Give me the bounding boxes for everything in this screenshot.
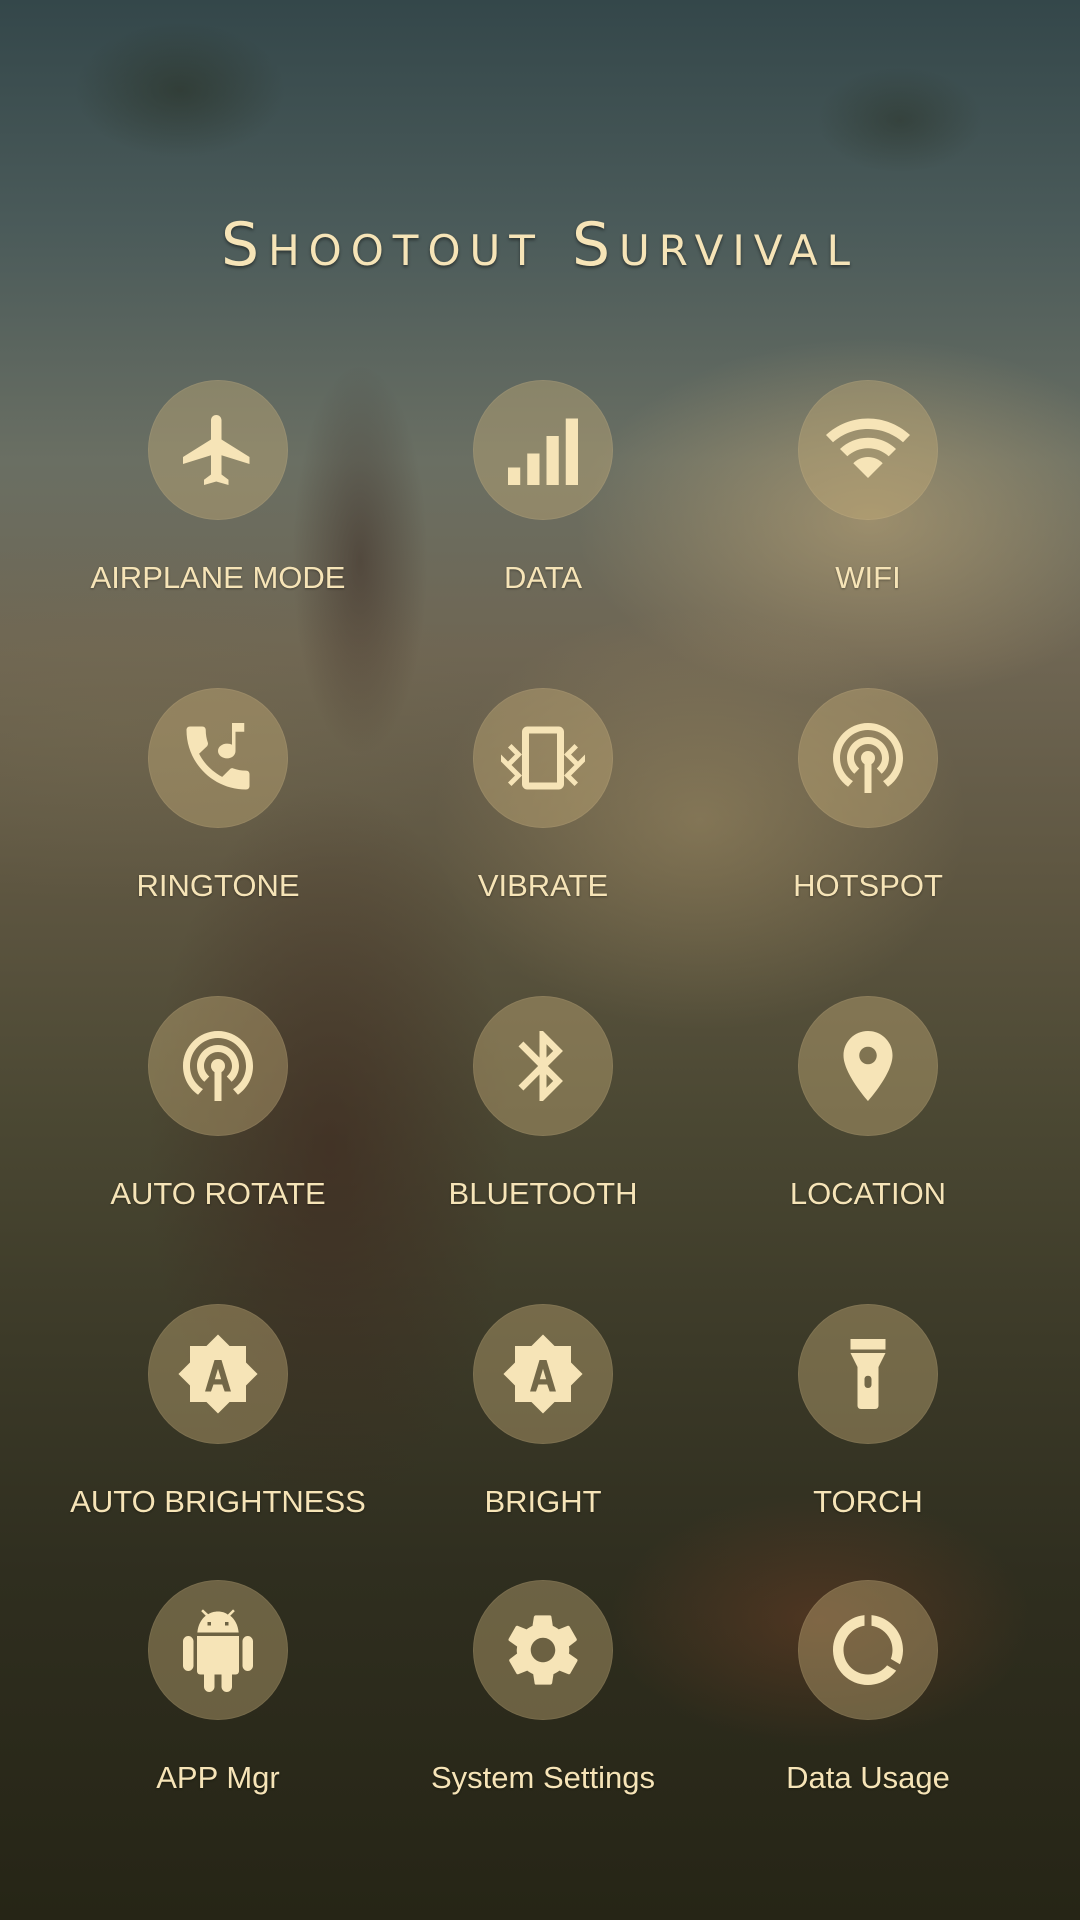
tile-hotspot[interactable]: HOTSPOT	[708, 688, 1028, 904]
wifi-button[interactable]	[798, 380, 938, 520]
data-button[interactable]	[473, 380, 613, 520]
bluetooth-icon	[518, 1031, 563, 1101]
vibrate-icon	[501, 726, 585, 790]
tile-label: LOCATION	[789, 1176, 947, 1211]
wifi-icon	[826, 418, 910, 478]
tile-label: APP Mgr	[156, 1760, 280, 1795]
tile-vibrate[interactable]: VIBRATE	[383, 688, 703, 904]
tile-data-usage[interactable]: Data Usage	[708, 1580, 1028, 1796]
location-pin-icon	[843, 1031, 893, 1101]
tile-airplane-mode[interactable]: AIRPLANE MODE	[58, 380, 378, 596]
vibrate-button[interactable]	[473, 688, 613, 828]
tile-label: VIBRATE	[477, 868, 609, 903]
gear-icon	[508, 1615, 578, 1685]
ringtone-button[interactable]	[148, 688, 288, 828]
tile-label: System Settings	[431, 1760, 655, 1795]
bluetooth-button[interactable]	[473, 996, 613, 1136]
tile-auto-rotate[interactable]: AUTO ROTATE	[58, 996, 378, 1212]
app-mgr-button[interactable]	[148, 1580, 288, 1720]
airplane-mode-button[interactable]	[148, 380, 288, 520]
hotspot-icon	[183, 1031, 253, 1101]
torch-button[interactable]	[798, 1304, 938, 1444]
android-icon	[183, 1609, 253, 1692]
tile-label: AUTO BRIGHTNESS	[70, 1484, 366, 1519]
hotspot-button[interactable]	[798, 688, 938, 828]
tile-label: AIRPLANE MODE	[90, 560, 346, 595]
bright-button[interactable]	[473, 1304, 613, 1444]
auto-brightness-button[interactable]	[148, 1304, 288, 1444]
tile-label: BLUETOOTH	[448, 1176, 638, 1211]
tile-auto-brightness[interactable]: AUTO BRIGHTNESS	[58, 1304, 378, 1520]
tile-app-mgr[interactable]: APP Mgr	[58, 1580, 378, 1796]
page-title: Shootout Survival	[221, 210, 859, 280]
tile-label: AUTO ROTATE	[110, 1176, 326, 1211]
airplane-icon	[183, 415, 250, 485]
tile-bright[interactable]: BRIGHT	[383, 1304, 703, 1520]
system-settings-button[interactable]	[473, 1580, 613, 1720]
tile-wifi[interactable]: WIFI	[708, 380, 1028, 596]
data-usage-button[interactable]	[798, 1580, 938, 1720]
tile-data[interactable]: DATA	[383, 380, 703, 596]
auto-rotate-button[interactable]	[148, 996, 288, 1136]
tile-bluetooth[interactable]: BLUETOOTH	[383, 996, 703, 1212]
auto-brightness-icon	[503, 1334, 583, 1414]
auto-brightness-icon	[178, 1334, 258, 1414]
tile-label: DATA	[503, 560, 583, 595]
tile-label: Data Usage	[786, 1760, 950, 1795]
tile-torch[interactable]: TORCH	[708, 1304, 1028, 1520]
flashlight-icon	[850, 1339, 886, 1409]
tile-system-settings[interactable]: System Settings	[383, 1580, 703, 1796]
location-button[interactable]	[798, 996, 938, 1136]
tile-label: RINGTONE	[136, 868, 300, 903]
tile-label: WIFI	[835, 560, 901, 595]
data-usage-ring-icon	[833, 1615, 903, 1685]
hotspot-icon	[833, 723, 903, 793]
tile-label: HOTSPOT	[793, 868, 943, 903]
tile-label: BRIGHT	[484, 1484, 602, 1519]
tile-location[interactable]: LOCATION	[708, 996, 1028, 1212]
tile-label: TORCH	[813, 1484, 923, 1519]
tile-ringtone[interactable]: RINGTONE	[58, 688, 378, 904]
signal-bars-icon	[508, 418, 578, 485]
phone-ring-icon	[186, 723, 250, 790]
